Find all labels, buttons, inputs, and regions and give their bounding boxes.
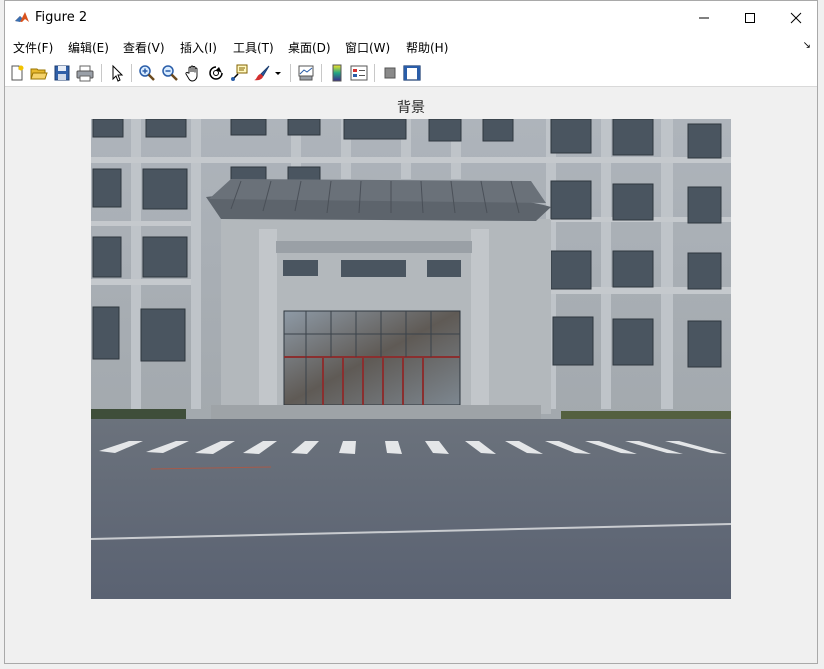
link-plot-icon[interactable] xyxy=(297,64,315,82)
maximize-button[interactable] xyxy=(727,1,773,35)
gate-column-left xyxy=(259,229,277,409)
menu-file[interactable]: 文件(F) xyxy=(13,39,53,56)
toolbar-separator xyxy=(374,64,375,82)
edit-plot-arrow-icon[interactable] xyxy=(108,64,126,82)
menu-edit[interactable]: 编辑(E) xyxy=(68,39,109,56)
brush-dropdown-icon[interactable] xyxy=(273,64,283,82)
insert-colorbar-icon[interactable] xyxy=(328,64,346,82)
print-icon[interactable] xyxy=(76,64,94,82)
menu-window[interactable]: 窗口(W) xyxy=(345,39,390,56)
close-button[interactable] xyxy=(773,1,819,35)
image-display[interactable] xyxy=(91,119,731,599)
zoom-out-icon[interactable] xyxy=(161,64,179,82)
toolbar-separator xyxy=(321,64,322,82)
menu-help[interactable]: 帮助(H) xyxy=(406,39,448,56)
road xyxy=(91,419,731,599)
menu-view[interactable]: 查看(V) xyxy=(123,39,165,56)
brush-icon[interactable] xyxy=(253,64,271,82)
dock-arrow-icon[interactable]: ↘ xyxy=(803,40,811,51)
gate-beam xyxy=(276,241,472,253)
gate-clerestory-windows xyxy=(283,260,461,277)
figure-window: Figure 2 文件(F) 编辑(E) 查看(V) 插入(I) 工具(T) 桌… xyxy=(4,0,818,664)
gate-column-right xyxy=(471,229,489,409)
hide-plot-tools-icon[interactable] xyxy=(381,64,399,82)
window-title: Figure 2 xyxy=(35,10,88,25)
menu-insert[interactable]: 插入(I) xyxy=(180,39,217,56)
data-cursor-icon[interactable] xyxy=(230,64,248,82)
menu-tools[interactable]: 工具(T) xyxy=(233,39,274,56)
pan-hand-icon[interactable] xyxy=(184,64,202,82)
toolbar-separator xyxy=(101,64,102,82)
zoom-in-icon[interactable] xyxy=(138,64,156,82)
maximize-icon xyxy=(745,13,755,23)
gate-roof-upper xyxy=(209,179,546,203)
entrance-steps xyxy=(211,405,541,419)
insert-legend-icon[interactable] xyxy=(350,64,368,82)
axes-title: 背景 xyxy=(397,100,425,116)
new-figure-icon[interactable] xyxy=(8,64,26,82)
rotate-3d-icon[interactable] xyxy=(207,64,225,82)
figure-toolbar xyxy=(5,59,817,87)
title-bar[interactable]: Figure 2 xyxy=(5,1,817,35)
toolbar-separator xyxy=(131,64,132,82)
matlab-logo-icon xyxy=(14,10,30,26)
open-file-icon[interactable] xyxy=(30,64,48,82)
minimize-icon xyxy=(699,17,709,19)
show-plot-tools-icon[interactable] xyxy=(403,64,421,82)
menu-desktop[interactable]: 桌面(D) xyxy=(288,39,331,56)
toolbar-separator xyxy=(290,64,291,82)
save-icon[interactable] xyxy=(53,64,71,82)
minimize-button[interactable] xyxy=(681,1,727,35)
menu-bar: 文件(F) 编辑(E) 查看(V) 插入(I) 工具(T) 桌面(D) 窗口(W… xyxy=(5,35,817,59)
close-icon xyxy=(790,12,802,24)
